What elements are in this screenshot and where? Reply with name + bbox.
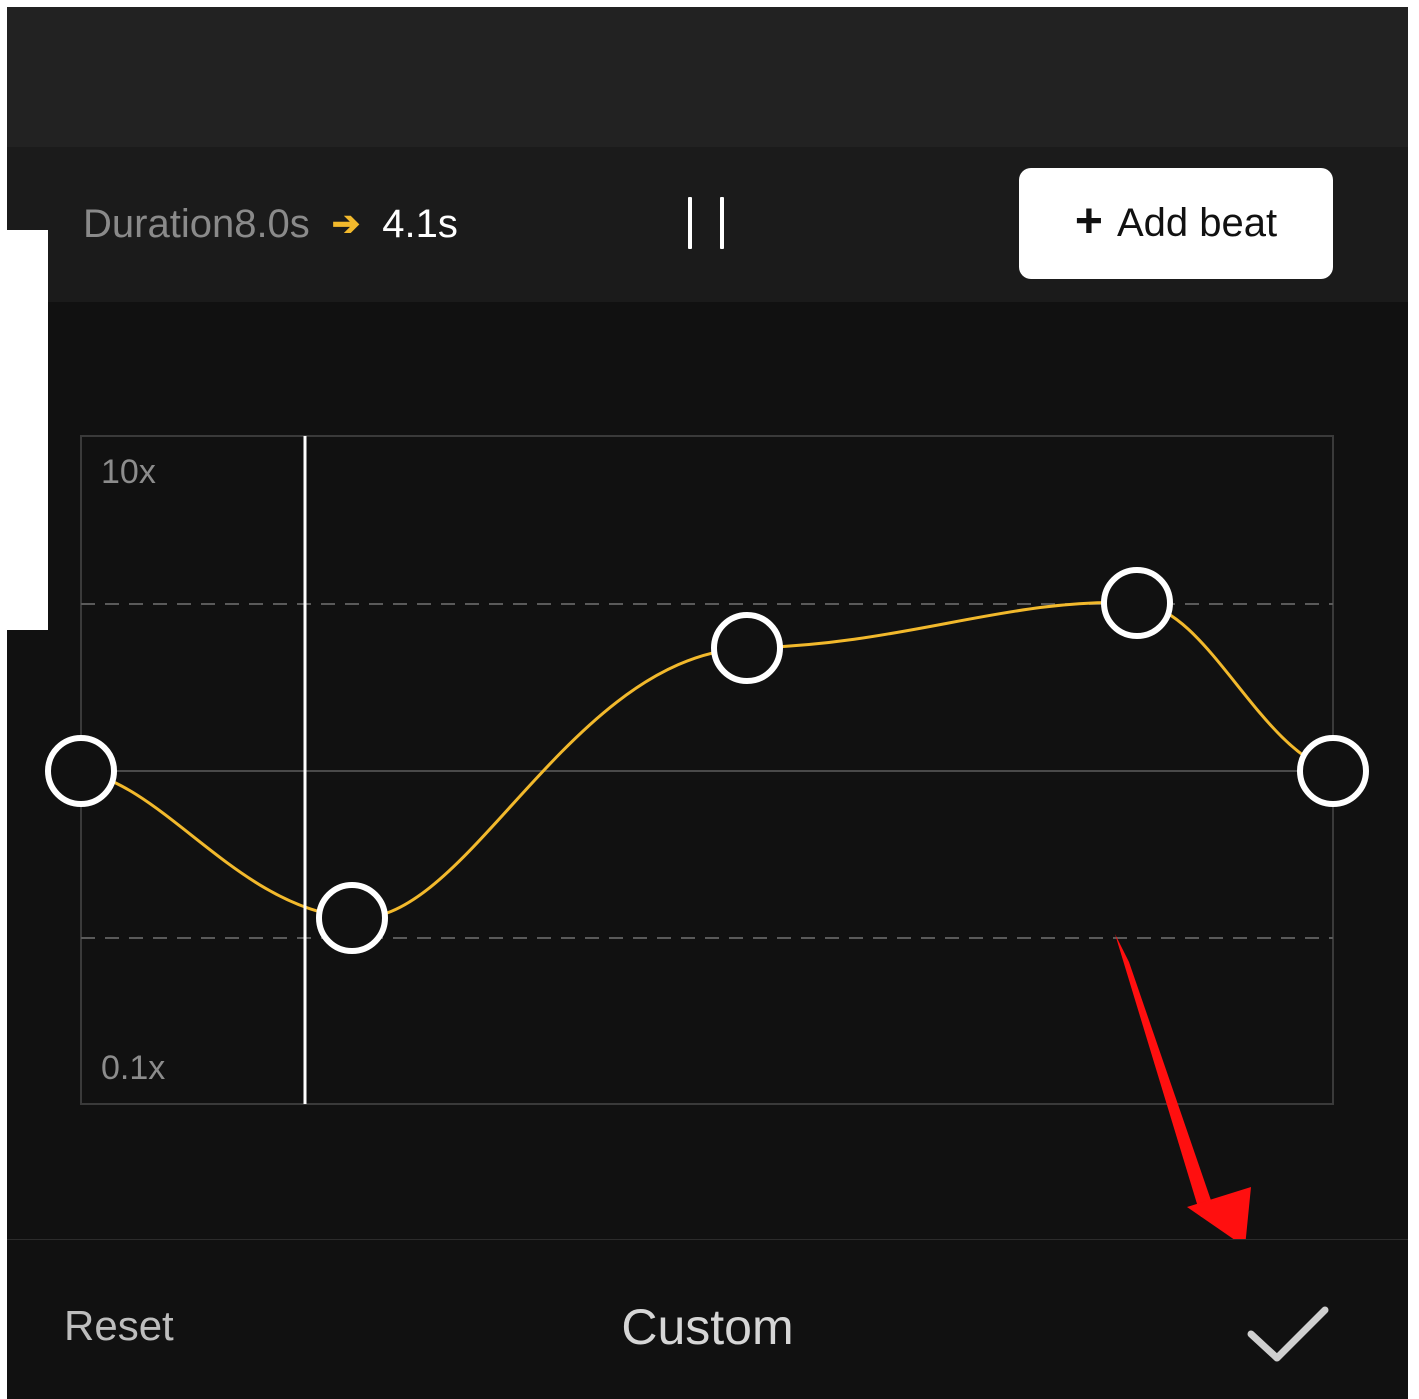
beat-point-3[interactable] xyxy=(711,612,783,684)
bottom-toolbar: Reset Custom xyxy=(7,1239,1408,1399)
white-edge-block xyxy=(7,230,48,630)
checkmark-icon[interactable] xyxy=(1243,1300,1333,1370)
speed-curve-editor: Duration8.0s ➔ 4.1s + Add beat 10x 0.1x … xyxy=(7,7,1408,1399)
beat-point-4[interactable] xyxy=(1101,567,1173,639)
speed-curve xyxy=(80,600,1334,920)
y-axis-max-label: 10x xyxy=(101,453,156,491)
mode-title: Custom xyxy=(621,1299,794,1355)
beat-point-5[interactable] xyxy=(1297,735,1369,807)
beat-point-2[interactable] xyxy=(316,882,388,954)
speed-curve-graph[interactable] xyxy=(7,7,1408,1399)
y-axis-min-label: 0.1x xyxy=(101,1049,166,1087)
beat-point-1[interactable] xyxy=(45,735,117,807)
